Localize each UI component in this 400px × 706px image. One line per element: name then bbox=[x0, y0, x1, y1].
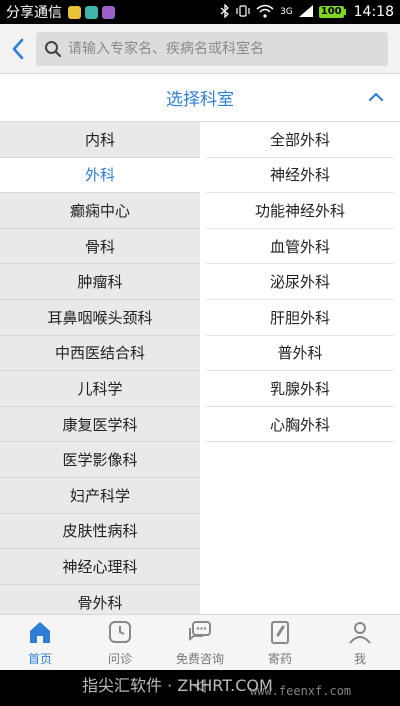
search-bar[interactable] bbox=[36, 31, 388, 66]
department-section-header[interactable]: 选择科室 bbox=[0, 74, 400, 122]
subdepartment-item[interactable]: 心胸外科 bbox=[206, 407, 394, 443]
notification-app-icon bbox=[68, 5, 81, 19]
department-list: 内科 外科 癫痫中心 骨科 肿瘤科 耳鼻咽喉头颈科 中西医结合科 儿科学 康复医学科 医学影像科妇… bbox=[0, 122, 200, 614]
clock-time: 14:18 bbox=[353, 4, 394, 20]
notification-app-icon bbox=[85, 5, 98, 19]
medicine-icon bbox=[267, 619, 293, 650]
watermark-text: 指尖汇软件 · ZHHRT.COM bbox=[82, 676, 273, 695]
battery-level: 100 bbox=[318, 6, 344, 18]
subdepartment-item[interactable]: 血管外科 bbox=[206, 229, 394, 265]
wifi-icon bbox=[256, 4, 274, 21]
signal-icon bbox=[298, 4, 313, 20]
subdepartment-item[interactable]: 功能神经外科 bbox=[206, 193, 394, 229]
department-item[interactable]: 外科 bbox=[0, 157, 200, 194]
watermark-url: www.feenxf.com bbox=[250, 684, 352, 698]
vibrate-icon bbox=[236, 4, 250, 21]
status-bar: 分享通信 3G 100 14:18 bbox=[0, 0, 400, 24]
battery-icon: 100 bbox=[318, 6, 346, 18]
chat-icon bbox=[187, 619, 213, 650]
department-item[interactable]: 康复医学科 bbox=[0, 407, 200, 443]
subdepartment-list: 全部外科 神经外科 功能神经外科 血管外科 泌尿外科 肝胆外科 普外科 乳腺外科 心胸外科 bbox=[200, 122, 400, 614]
tab-label: 寄药 bbox=[267, 651, 292, 666]
search-input[interactable] bbox=[68, 40, 368, 57]
chevron-up-icon[interactable] bbox=[368, 88, 384, 110]
tab-user[interactable]: 我 bbox=[320, 615, 400, 670]
search-icon bbox=[45, 40, 62, 57]
department-item[interactable]: 神经心理科 bbox=[0, 549, 200, 585]
department-item[interactable]: 中西医结合科 bbox=[0, 336, 200, 372]
department-item[interactable]: 骨科 bbox=[0, 229, 200, 265]
subdepartment-item[interactable]: 乳腺外科 bbox=[206, 371, 394, 407]
department-item[interactable]: 肿瘤科 bbox=[0, 264, 200, 300]
subdepartment-item[interactable]: 神经外科 bbox=[206, 158, 394, 194]
back-button[interactable] bbox=[0, 24, 36, 74]
tab-clock[interactable]: 问诊 bbox=[80, 615, 160, 670]
notification-app-icon bbox=[102, 5, 115, 19]
tab-label: 首页 bbox=[27, 651, 52, 666]
department-item[interactable]: 妇产科学 bbox=[0, 478, 200, 514]
tab-chat[interactable]: 免费咨询 bbox=[160, 615, 240, 670]
department-item[interactable]: 医学影像科 bbox=[0, 442, 200, 478]
department-item[interactable]: 儿科学 bbox=[0, 371, 200, 407]
signal-label: 3G bbox=[280, 7, 293, 17]
bottom-tab-bar: 首页 问诊 免费咨询 寄药 我 bbox=[0, 614, 400, 670]
bluetooth-icon bbox=[220, 2, 230, 21]
subdepartment-item[interactable]: 泌尿外科 bbox=[206, 264, 394, 300]
user-icon bbox=[347, 619, 373, 650]
tab-label: 免费咨询 bbox=[175, 651, 224, 666]
department-item[interactable]: 骨外科 bbox=[0, 585, 200, 614]
tab-label: 我 bbox=[353, 651, 366, 666]
tab-home[interactable]: 首页 bbox=[0, 615, 80, 670]
tab-label: 问诊 bbox=[107, 651, 132, 666]
tab-medicine[interactable]: 寄药 bbox=[240, 615, 320, 670]
carrier-name: 分享通信 bbox=[6, 5, 62, 21]
department-item[interactable]: 癫痫中心 bbox=[0, 193, 200, 229]
department-item[interactable]: 耳鼻咽喉头颈科 bbox=[0, 300, 200, 336]
search-header bbox=[0, 24, 400, 74]
subdepartment-item[interactable]: 普外科 bbox=[206, 336, 394, 372]
section-title: 选择科室 bbox=[166, 90, 234, 110]
subdepartment-item[interactable]: 全部外科 bbox=[206, 122, 394, 158]
home-icon bbox=[27, 619, 53, 650]
subdepartment-item[interactable]: 肝胆外科 bbox=[206, 300, 394, 336]
chevron-left-icon bbox=[12, 38, 24, 59]
clock-icon bbox=[107, 619, 133, 650]
department-item[interactable]: 皮肤性病科 bbox=[0, 514, 200, 550]
department-item[interactable]: 内科 bbox=[0, 122, 200, 158]
